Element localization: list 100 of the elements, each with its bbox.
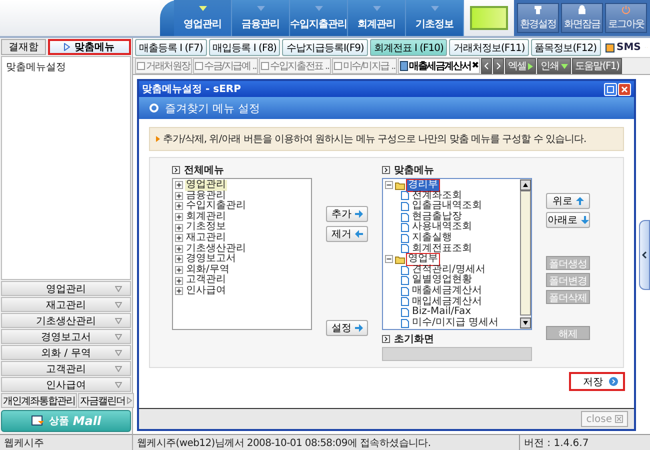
collapse-icon[interactable] [385,181,393,190]
expand-icon[interactable] [175,202,183,210]
shortcut-button[interactable]: 매출등록 I (F7) [135,39,207,56]
arrow-up-icon [576,197,584,205]
nav-tab[interactable]: 수입지출관리 [290,0,348,36]
shortcut-button[interactable]: 회계전표 I (F10) [370,39,448,56]
tool-button[interactable]: 화면잠금 [561,3,603,33]
nav-tab[interactable]: 기초정보 [406,0,464,36]
expand-icon[interactable] [175,255,183,264]
expand-icon[interactable] [175,276,183,285]
document-tab[interactable]: 거래처원장 [135,58,192,74]
menu-section[interactable]: 경영보고서 [1,329,131,344]
document-tab[interactable]: 수금/지급예 .. [193,58,258,74]
bullet-icon [172,166,180,174]
tool-button[interactable]: 환경설정 [517,3,559,33]
tree-item[interactable]: 기초정보 [185,222,227,233]
tree-item[interactable]: 영업관리 [185,180,227,191]
sidebar-tab[interactable]: 결재함 [1,39,46,55]
menu-section[interactable]: 인사급여 [1,377,131,392]
expand-icon[interactable] [175,234,183,242]
tree-item[interactable]: 수입지출관리 [185,201,247,212]
set-button[interactable]: 설정 [326,320,368,336]
circle-icon [149,103,159,113]
sidebar-tab[interactable]: 맞춤메뉴 [48,39,131,55]
document-tab[interactable]: 수입지출전표 .. [259,58,331,74]
tree-item[interactable]: 전계좌조회 [411,190,463,202]
sidebar-link[interactable]: 개인계좌통합관리 [1,393,77,408]
shortcut-button[interactable]: 거래처정보(F11) [449,39,529,56]
nav-tab[interactable]: 영업관리 [174,0,232,36]
action-button[interactable]: 도움말(F1) [572,58,622,74]
menu-section[interactable]: 외화 / 무역 [1,345,131,360]
chevron-down-icon [115,318,122,324]
order-button[interactable]: 위로 [546,193,590,209]
tree-item[interactable]: 재고관리 [185,232,227,244]
tree-item[interactable]: 매입세금계산서 [411,296,483,308]
sms-button[interactable]: SMS [602,42,643,53]
sidebar-link[interactable]: 자금캘린더 [78,393,134,408]
triangle-marker-icon [314,6,322,11]
expand-icon[interactable] [175,244,183,253]
tree-item[interactable]: 현금출납장 [411,212,463,222]
close-tab-icon[interactable]: ✖ [472,61,478,71]
expand-icon[interactable] [175,266,183,274]
close-button[interactable] [618,82,631,96]
folder-item[interactable]: 경리부 [407,180,439,191]
shortcut-button[interactable]: 매입등록 I (F8) [208,39,280,56]
tree-item[interactable]: Biz-Mail/Fax [411,307,472,318]
menu-section[interactable]: 고객관리 [1,361,131,376]
tree-item[interactable]: 회계전표조회 [411,244,473,254]
expand-icon[interactable] [175,224,183,232]
next-button[interactable] [492,58,504,74]
tool-button[interactable]: 로그아웃 [605,3,647,33]
restore-button[interactable] [604,82,617,96]
tree-item[interactable]: 사용내역조회 [411,222,473,233]
menu-section[interactable]: 재고관리 [1,297,131,312]
folder-icon [395,180,405,190]
move-button[interactable]: 추가 [326,206,368,222]
move-button[interactable]: 제거 [326,226,368,242]
nav-tab[interactable]: 회계관리 [348,0,406,36]
document-tab[interactable]: 미수/미지급 .. [332,58,397,74]
expand-icon[interactable] [175,181,183,190]
tree-item[interactable]: 고객관리 [185,275,227,286]
document-tab[interactable]: 매출세금계산서✖ [398,58,480,74]
shortcut-button[interactable]: 수납지급등록I(F9) [282,39,368,56]
expand-icon[interactable] [175,287,183,296]
tree-item[interactable]: 미수/미지급 명세서 [411,318,500,328]
banner-panel [470,6,508,30]
shortcut-button[interactable]: 품목정보(F12) [530,39,600,56]
expand-icon[interactable] [175,192,183,200]
folder-item[interactable]: 영업부 [407,254,439,265]
tree-item[interactable]: 경영보고서 [185,254,237,265]
lock-icon [576,5,588,15]
scrollbar-drawing[interactable] [520,179,531,329]
tree-item[interactable]: 매출세금계산서 [411,286,483,297]
tree-item[interactable]: 입출금내역조회 [411,201,483,212]
tree-item[interactable]: 기초생산관리 [185,244,247,254]
tree-item[interactable]: 견적관리/명세서 [411,264,486,276]
tree-item[interactable]: 일별영업현황 [411,275,473,286]
bullet-icon [156,136,160,142]
menu-section[interactable]: 영업관리 [1,281,131,296]
collapse-handle[interactable] [639,220,650,290]
tree-item[interactable]: 맞춤메뉴설정 [6,60,126,74]
close-icon [615,415,623,423]
nav-tab[interactable]: 금융관리 [232,0,290,36]
previous-button[interactable] [480,58,492,74]
tree-item[interactable]: 금융관리 [185,190,227,202]
bullet-icon [382,166,390,174]
save-button[interactable]: 저장 [570,373,624,390]
collapse-icon[interactable] [385,255,393,264]
tree-item[interactable]: 회계관리 [185,212,227,222]
action-button[interactable]: 인쇄 [537,58,571,74]
action-button[interactable]: 엑셀 [504,58,536,74]
order-button[interactable]: 아래로 [546,212,590,228]
menu-section[interactable]: 기초생산관리 [1,313,131,328]
expand-icon[interactable] [175,213,183,222]
tree-item[interactable]: 지출실행 [411,232,453,244]
start-screen-field[interactable] [382,347,532,361]
tree-item[interactable]: 외화/무역 [185,264,230,276]
tree-item[interactable]: 인사급여 [185,286,227,297]
chevron-right-icon [127,397,132,404]
arrow-right-icon [354,210,362,218]
